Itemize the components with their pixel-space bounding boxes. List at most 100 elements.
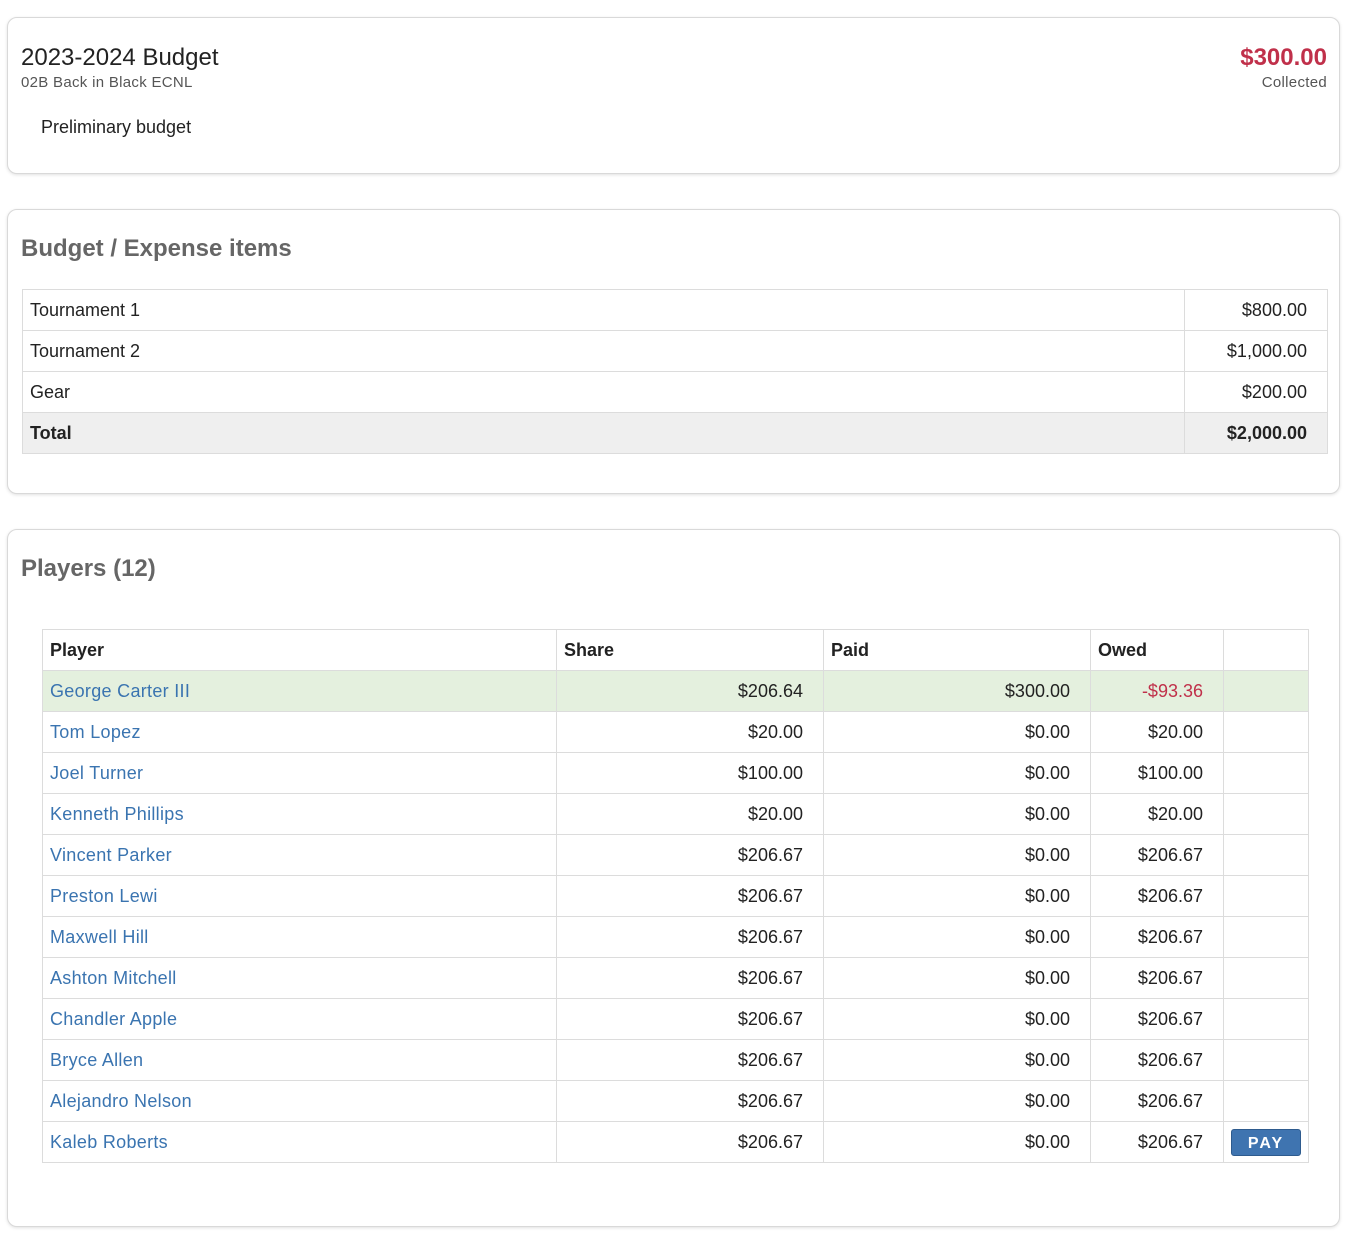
pay-button[interactable]: PAY xyxy=(1231,1128,1301,1156)
player-action-cell xyxy=(1223,957,1309,999)
expense-total-amount: $2,000.00 xyxy=(1184,412,1328,454)
player-paid: $0.00 xyxy=(823,957,1091,999)
budget-summary-card: 2023-2024 Budget 02B Back in Black ECNL … xyxy=(7,17,1340,174)
player-action-cell xyxy=(1223,1039,1309,1081)
player-action-cell xyxy=(1223,711,1309,753)
player-owed: $206.67 xyxy=(1090,875,1224,917)
players-header-row: Player Share Paid Owed xyxy=(42,629,1309,671)
player-name-link[interactable]: Kaleb Roberts xyxy=(42,1121,557,1163)
table-row: Kenneth Phillips $20.00 $0.00 $20.00 xyxy=(42,793,1309,835)
expense-row: Tournament 2 $1,000.00 xyxy=(22,330,1328,372)
table-row: Ashton Mitchell $206.67 $0.00 $206.67 xyxy=(42,957,1309,999)
players-section-title: Players (12) xyxy=(21,555,156,582)
player-share: $206.67 xyxy=(556,957,824,999)
table-row: Preston Lewi $206.67 $0.00 $206.67 xyxy=(42,875,1309,917)
player-paid: $0.00 xyxy=(823,793,1091,835)
expense-name: Tournament 1 xyxy=(22,289,1185,331)
player-share: $20.00 xyxy=(556,793,824,835)
player-owed: $206.67 xyxy=(1090,1080,1224,1122)
player-name-link[interactable]: Alejandro Nelson xyxy=(42,1080,557,1122)
collected-amount: $300.00 xyxy=(1240,44,1327,71)
table-row: Joel Turner $100.00 $0.00 $100.00 xyxy=(42,752,1309,794)
player-share: $206.67 xyxy=(556,834,824,876)
budget-description: Preliminary budget xyxy=(41,117,192,137)
player-owed: -$93.36 xyxy=(1090,670,1224,712)
player-name-link[interactable]: Joel Turner xyxy=(42,752,557,794)
column-header-action xyxy=(1223,629,1309,671)
player-name-link[interactable]: Vincent Parker xyxy=(42,834,557,876)
expense-amount: $200.00 xyxy=(1184,371,1328,413)
expense-total-row: Total $2,000.00 xyxy=(22,412,1328,454)
player-share: $206.67 xyxy=(556,1039,824,1081)
expense-table: Tournament 1 $800.00 Tournament 2 $1,000… xyxy=(22,289,1328,454)
player-share: $206.67 xyxy=(556,1080,824,1122)
player-action-cell xyxy=(1223,752,1309,794)
player-owed: $206.67 xyxy=(1090,998,1224,1040)
player-owed: $206.67 xyxy=(1090,916,1224,958)
collected-label: Collected xyxy=(1261,74,1327,91)
player-share: $206.67 xyxy=(556,916,824,958)
player-share: $20.00 xyxy=(556,711,824,753)
table-row: Bryce Allen $206.67 $0.00 $206.67 xyxy=(42,1039,1309,1081)
player-paid: $0.00 xyxy=(823,1121,1091,1163)
player-name-link[interactable]: Ashton Mitchell xyxy=(42,957,557,999)
player-action-cell xyxy=(1223,998,1309,1040)
player-name-link[interactable]: Chandler Apple xyxy=(42,998,557,1040)
table-row: Chandler Apple $206.67 $0.00 $206.67 xyxy=(42,998,1309,1040)
player-owed: $20.00 xyxy=(1090,793,1224,835)
player-share: $206.67 xyxy=(556,1121,824,1163)
table-row: Alejandro Nelson $206.67 $0.00 $206.67 xyxy=(42,1080,1309,1122)
expense-row: Tournament 1 $800.00 xyxy=(22,289,1328,331)
player-name-link[interactable]: Tom Lopez xyxy=(42,711,557,753)
player-action-cell xyxy=(1223,670,1309,712)
player-share: $206.67 xyxy=(556,998,824,1040)
player-action-cell xyxy=(1223,1080,1309,1122)
expense-section-title: Budget / Expense items xyxy=(21,235,292,262)
player-name-link[interactable]: George Carter III xyxy=(42,670,557,712)
player-paid: $0.00 xyxy=(823,875,1091,917)
column-header-owed: Owed xyxy=(1090,629,1224,671)
player-name-link[interactable]: Maxwell Hill xyxy=(42,916,557,958)
table-row: George Carter III $206.64 $300.00 -$93.36 xyxy=(42,670,1309,712)
player-paid: $0.00 xyxy=(823,711,1091,753)
players-card: Players (12) Player Share Paid Owed Geor… xyxy=(7,529,1340,1227)
player-owed: $20.00 xyxy=(1090,711,1224,753)
player-share: $100.00 xyxy=(556,752,824,794)
player-share: $206.64 xyxy=(556,670,824,712)
player-paid: $300.00 xyxy=(823,670,1091,712)
expense-amount: $800.00 xyxy=(1184,289,1328,331)
player-name-link[interactable]: Kenneth Phillips xyxy=(42,793,557,835)
player-owed: $206.67 xyxy=(1090,834,1224,876)
expense-total-label: Total xyxy=(22,412,1185,454)
player-share: $206.67 xyxy=(556,875,824,917)
player-name-link[interactable]: Preston Lewi xyxy=(42,875,557,917)
table-row: Maxwell Hill $206.67 $0.00 $206.67 xyxy=(42,916,1309,958)
player-paid: $0.00 xyxy=(823,834,1091,876)
player-owed: $206.67 xyxy=(1090,1039,1224,1081)
player-name-link[interactable]: Bryce Allen xyxy=(42,1039,557,1081)
column-header-paid: Paid xyxy=(823,629,1091,671)
player-action-cell xyxy=(1223,875,1309,917)
budget-title: 2023-2024 Budget xyxy=(21,44,219,71)
column-header-share: Share xyxy=(556,629,824,671)
table-row: Vincent Parker $206.67 $0.00 $206.67 xyxy=(42,834,1309,876)
table-row: Tom Lopez $20.00 $0.00 $20.00 xyxy=(42,711,1309,753)
players-table: Player Share Paid Owed George Carter III… xyxy=(42,629,1309,1163)
player-action-cell xyxy=(1223,916,1309,958)
expense-name: Gear xyxy=(22,371,1185,413)
player-paid: $0.00 xyxy=(823,916,1091,958)
player-action-cell xyxy=(1223,834,1309,876)
player-owed: $206.67 xyxy=(1090,957,1224,999)
table-row: Kaleb Roberts $206.67 $0.00 $206.67 PAY xyxy=(42,1121,1309,1163)
player-action-cell: PAY xyxy=(1223,1121,1309,1163)
player-action-cell xyxy=(1223,793,1309,835)
column-header-player: Player xyxy=(42,629,557,671)
player-owed: $206.67 xyxy=(1090,1121,1224,1163)
team-name: 02B Back in Black ECNL xyxy=(21,74,193,91)
player-owed: $100.00 xyxy=(1090,752,1224,794)
expense-name: Tournament 2 xyxy=(22,330,1185,372)
player-paid: $0.00 xyxy=(823,1080,1091,1122)
player-paid: $0.00 xyxy=(823,752,1091,794)
expense-amount: $1,000.00 xyxy=(1184,330,1328,372)
expense-items-card: Budget / Expense items Tournament 1 $800… xyxy=(7,209,1340,494)
